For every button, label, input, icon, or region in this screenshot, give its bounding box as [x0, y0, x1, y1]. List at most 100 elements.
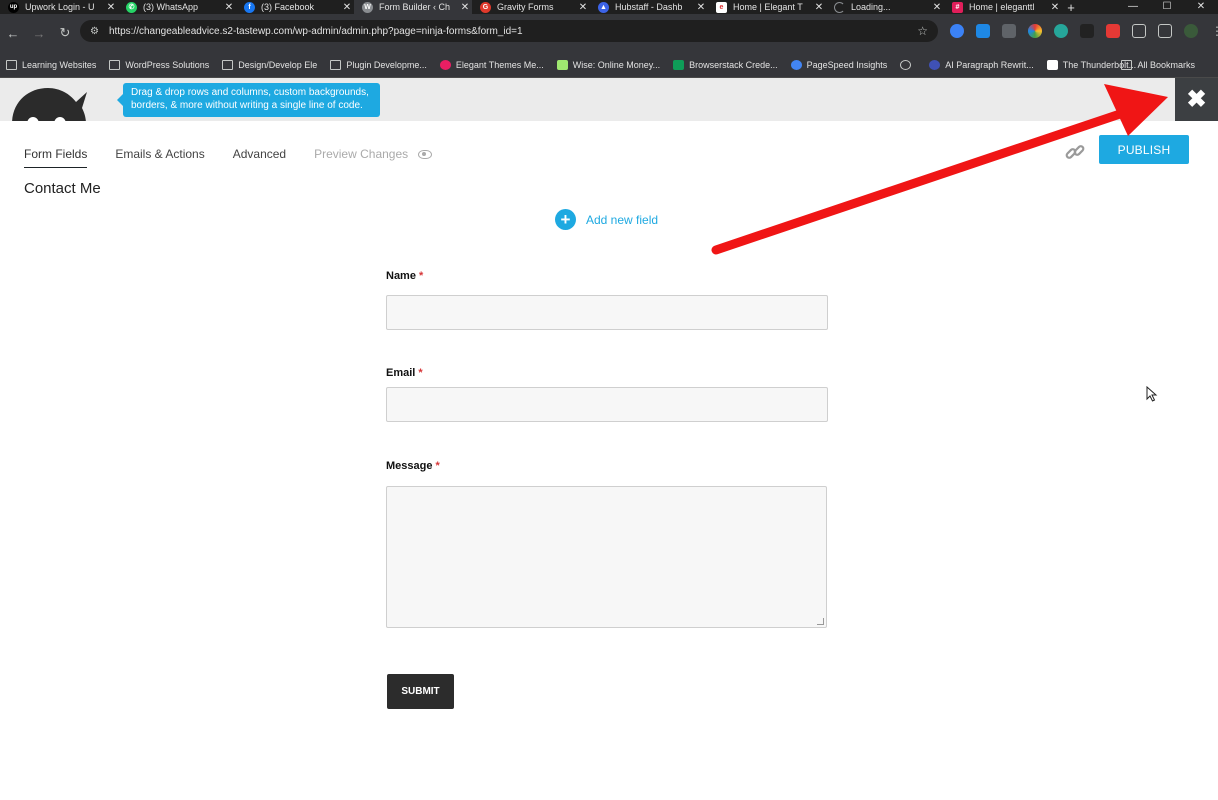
publish-button[interactable]: PUBLISH — [1099, 135, 1189, 164]
folder-icon — [109, 59, 121, 70]
facebook-icon: f — [244, 1, 255, 13]
back-icon[interactable]: ← — [0, 26, 26, 41]
bookmark-item[interactable]: Browserstack Crede... — [673, 59, 778, 70]
new-tab-button[interactable]: + — [1062, 0, 1080, 15]
extension-icon[interactable] — [1002, 24, 1016, 38]
tab-close-icon[interactable]: ✕ — [104, 2, 118, 13]
extension-icon[interactable] — [1080, 24, 1094, 38]
folder-icon — [222, 59, 234, 70]
bookmark-item[interactable]: Design/Develop Ele — [222, 59, 317, 70]
name-input[interactable] — [386, 295, 828, 330]
plus-icon: + — [555, 209, 576, 230]
tooltip-line: Drag & drop rows and columns, custom bac… — [131, 87, 369, 98]
bookmark-item[interactable]: Learning Websites — [6, 59, 96, 70]
close-builder-button[interactable]: ✖ — [1175, 78, 1218, 121]
browser-tab-loading[interactable]: Loading... ✕ — [826, 0, 944, 14]
name-field-label: Name * — [386, 270, 424, 282]
tab-close-icon[interactable]: ✕ — [576, 2, 590, 13]
loading-spinner-icon — [834, 1, 845, 13]
minimize-icon[interactable]: — — [1116, 0, 1150, 14]
folder-icon — [330, 59, 342, 70]
required-asterisk: * — [418, 270, 424, 282]
browser-tab-elegant-themes[interactable]: e Home | Elegant T ✕ — [708, 0, 826, 14]
pagespeed-icon — [790, 59, 802, 70]
tab-title: Hubstaff - Dashb — [615, 2, 683, 12]
bookmark-item[interactable] — [900, 59, 916, 70]
browser-tab-whatsapp[interactable]: ✆ (3) WhatsApp ✕ — [118, 0, 236, 14]
extension-icon[interactable] — [1054, 24, 1068, 38]
submit-button[interactable]: SUBMIT — [387, 674, 454, 709]
browser-tab-gravity-forms[interactable]: G Gravity Forms ✕ — [472, 0, 590, 14]
tab-close-icon[interactable]: ✕ — [1048, 2, 1062, 13]
bookmark-star-icon[interactable]: ☆ — [917, 24, 928, 38]
browser-tab-form-builder[interactable]: W Form Builder ‹ Ch ✕ — [354, 0, 472, 14]
browser-tab-hubstaff[interactable]: ▲ Hubstaff - Dashb ✕ — [590, 0, 708, 14]
address-url[interactable]: https://changeableadvice.s2-tastewp.com/… — [109, 26, 917, 37]
bookmark-item[interactable]: WordPress Solutions — [109, 59, 209, 70]
folder-icon — [1121, 60, 1133, 70]
profile-avatar[interactable] — [1184, 24, 1198, 38]
extension-icon[interactable] — [976, 24, 990, 38]
add-new-field-button[interactable]: + Add new field — [555, 209, 658, 230]
promo-tooltip: Drag & drop rows and columns, custom bac… — [117, 83, 380, 117]
maximize-icon[interactable]: ☐ — [1150, 0, 1184, 14]
window-controls: — ☐ ✕ — [1116, 0, 1218, 14]
tab-title: Loading... — [851, 2, 891, 12]
extension-icon[interactable] — [1028, 24, 1042, 38]
menu-icon[interactable]: ⋮ — [1210, 24, 1218, 38]
resize-handle-icon[interactable] — [817, 618, 824, 625]
tab-close-icon[interactable]: ✕ — [458, 2, 472, 13]
eye-icon — [417, 150, 432, 160]
tab-close-icon[interactable]: ✕ — [222, 2, 236, 13]
tab-title: Home | eleganttl — [969, 2, 1035, 12]
ninja-forms-header: Drag & drop rows and columns, custom bac… — [0, 78, 1218, 121]
message-textarea[interactable] — [386, 486, 827, 628]
ninja-forms-logo — [12, 88, 87, 121]
site-settings-icon[interactable]: ⚙ — [90, 26, 99, 37]
globe-icon — [900, 59, 912, 70]
tab-form-fields[interactable]: Form Fields — [24, 147, 88, 168]
link-icon[interactable] — [1064, 142, 1086, 162]
sidebar-icon[interactable] — [1158, 24, 1172, 38]
required-asterisk: * — [418, 367, 423, 379]
thunderbolt-icon — [1046, 59, 1058, 70]
browser-tab-eleganttl[interactable]: # Home | eleganttl ✕ — [944, 0, 1062, 14]
reload-icon[interactable]: ↻ — [52, 25, 78, 41]
tab-close-icon[interactable]: ✕ — [340, 2, 354, 13]
bookmark-item[interactable]: Elegant Themes Me... — [439, 59, 544, 70]
bookmark-item[interactable]: Wise: Online Money... — [556, 59, 660, 70]
bookmark-item[interactable]: AI Paragraph Rewrit... — [929, 59, 1034, 70]
elegant-themes-icon: e — [716, 1, 727, 13]
all-bookmarks-button[interactable]: All Bookmarks — [1121, 52, 1195, 78]
email-input[interactable] — [386, 387, 828, 422]
tooltip-line: borders, & more without writing a single… — [131, 100, 363, 111]
tab-title: Form Builder ‹ Ch — [379, 2, 451, 12]
browser-tab-facebook[interactable]: f (3) Facebook ✕ — [236, 0, 354, 14]
wise-icon — [556, 59, 568, 70]
bookmarks-bar: Learning Websites WordPress Solutions De… — [0, 52, 1218, 78]
browser-tab-upwork[interactable]: up Upwork Login - U ✕ — [0, 0, 118, 14]
gravity-forms-icon: G — [480, 1, 491, 13]
mouse-cursor-icon — [1146, 386, 1158, 402]
browser-toolbar: ← → ↻ ⚙ https://changeableadvice.s2-tast… — [0, 14, 1218, 52]
bookmark-item[interactable]: PageSpeed Insights — [790, 59, 887, 70]
forward-icon[interactable]: → — [26, 26, 52, 41]
tab-emails-actions[interactable]: Emails & Actions — [115, 147, 204, 168]
extension-icon[interactable] — [1106, 24, 1120, 38]
tab-preview-changes[interactable]: Preview Changes — [314, 147, 432, 168]
tab-close-icon[interactable]: ✕ — [930, 2, 944, 13]
tab-advanced[interactable]: Advanced — [233, 147, 286, 168]
tab-title: (3) WhatsApp — [143, 2, 199, 12]
extension-icon[interactable] — [950, 24, 964, 38]
tab-close-icon[interactable]: ✕ — [694, 2, 708, 13]
sheets-icon — [673, 59, 685, 70]
tab-close-icon[interactable]: ✕ — [812, 2, 826, 13]
puzzle-icon[interactable] — [1132, 24, 1146, 38]
bookmark-item[interactable]: Plugin Developme... — [330, 59, 427, 70]
close-window-icon[interactable]: ✕ — [1184, 0, 1218, 14]
required-asterisk: * — [435, 460, 440, 472]
wordpress-icon: W — [362, 1, 373, 13]
upwork-icon: up — [8, 1, 19, 13]
address-bar[interactable]: ⚙ https://changeableadvice.s2-tastewp.co… — [80, 20, 938, 42]
browser-tab-strip: up Upwork Login - U ✕ ✆ (3) WhatsApp ✕ f… — [0, 0, 1218, 15]
